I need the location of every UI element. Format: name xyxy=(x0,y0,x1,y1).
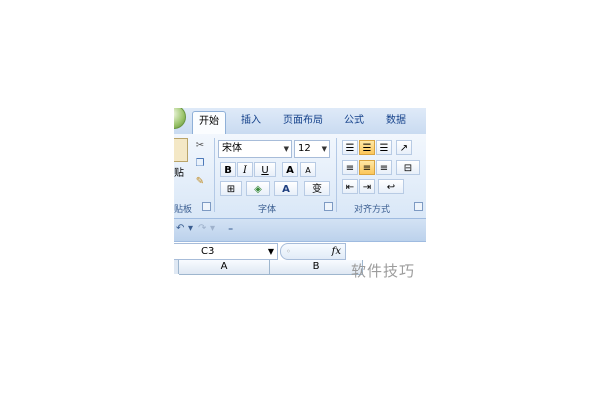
bold-button[interactable]: B xyxy=(220,162,236,177)
chevron-down-icon: ▼ xyxy=(321,145,327,153)
align-right-icon: ≡ xyxy=(379,163,389,174)
text-orientation-icon: ↗ xyxy=(399,143,409,154)
chevron-down-icon: ▼ xyxy=(283,145,289,153)
font-name-select[interactable]: 宋体 ▼ xyxy=(218,140,292,158)
font-group-label: 字体 xyxy=(258,205,277,215)
borders-button[interactable]: ⊞ xyxy=(220,181,242,196)
shrink-font-button[interactable]: A xyxy=(300,162,316,177)
wrap-text-icon: ↩ xyxy=(386,182,396,193)
customize-qat-icon[interactable]: ₌ xyxy=(228,223,233,234)
align-bottom-button[interactable]: ☰ xyxy=(376,140,392,155)
chevron-down-icon[interactable]: ▼ xyxy=(268,244,274,259)
alignment-launcher-icon[interactable] xyxy=(414,202,423,211)
ribbon-home: 贴 ✂ ❐ ✎ 贴板 宋体 ▼ 12 ▼ B I U A A ⊞ ◈ A 变 字… xyxy=(174,134,426,219)
tab-page-layout[interactable]: 页面布局 xyxy=(283,114,323,128)
decrease-indent-button[interactable]: ⇤ xyxy=(342,179,358,194)
watermark-text: 软件技巧 xyxy=(351,262,416,280)
copy-icon[interactable]: ❐ xyxy=(194,158,206,170)
quick-access-toolbar: ↶ ▾ ↷ ▾ ₌ xyxy=(174,219,426,242)
chevron-down-icon[interactable]: ▾ xyxy=(210,223,215,234)
decrease-indent-icon: ⇤ xyxy=(345,182,355,193)
tab-home[interactable]: 开始 xyxy=(192,111,226,134)
expand-icon[interactable]: ◦ xyxy=(286,244,291,259)
increase-indent-icon: ⇥ xyxy=(362,182,372,193)
align-bottom-icon: ☰ xyxy=(379,143,389,154)
align-center-button[interactable]: ≡ xyxy=(359,160,375,175)
align-center-icon: ≡ xyxy=(362,163,372,174)
align-middle-icon: ☰ xyxy=(362,143,372,154)
font-name-value: 宋体 xyxy=(222,143,242,154)
phonetic-button[interactable]: 变 xyxy=(304,181,330,196)
merge-center-button[interactable]: ⊟ xyxy=(396,160,420,175)
orientation-button[interactable]: ↗ xyxy=(396,140,412,155)
merge-cells-icon: ⊟ xyxy=(403,163,413,174)
cut-icon[interactable]: ✂ xyxy=(194,140,206,152)
font-color-button[interactable]: A xyxy=(274,181,298,196)
tab-formulas[interactable]: 公式 xyxy=(344,114,364,128)
name-box-value: C3 xyxy=(201,246,215,257)
tab-insert[interactable]: 插入 xyxy=(241,114,261,128)
underline-button[interactable]: U xyxy=(254,162,276,177)
font-launcher-icon[interactable] xyxy=(324,202,333,211)
ribbon-tab-bar: 开始 插入 页面布局 公式 数据 xyxy=(174,108,426,135)
group-divider xyxy=(336,138,337,212)
format-painter-icon[interactable]: ✎ xyxy=(194,176,206,188)
column-header-b[interactable]: B xyxy=(270,260,363,275)
clipboard-launcher-icon[interactable] xyxy=(202,202,211,211)
borders-icon: ⊞ xyxy=(226,184,236,195)
align-left-icon: ≡ xyxy=(345,163,355,174)
name-box[interactable]: C3 ▼ xyxy=(174,243,278,260)
wrap-text-button[interactable]: ↩ xyxy=(378,179,404,194)
tab-data[interactable]: 数据 xyxy=(386,114,406,128)
bold-label: B xyxy=(224,165,232,176)
align-left-button[interactable]: ≡ xyxy=(342,160,358,175)
increase-indent-button[interactable]: ⇥ xyxy=(359,179,375,194)
insert-function-button[interactable]: fx xyxy=(332,244,341,259)
office-orb-icon[interactable] xyxy=(174,108,186,129)
italic-button[interactable]: I xyxy=(237,162,253,177)
paste-button[interactable]: 贴 xyxy=(174,164,184,179)
chevron-down-icon[interactable]: ▾ xyxy=(188,223,193,234)
paste-icon[interactable] xyxy=(174,138,188,162)
redo-icon[interactable]: ↷ xyxy=(198,223,206,234)
clipboard-group-label: 贴板 xyxy=(174,205,193,215)
font-size-select[interactable]: 12 ▼ xyxy=(294,140,330,158)
undo-icon[interactable]: ↶ xyxy=(176,223,184,234)
column-header-a[interactable]: A xyxy=(179,260,270,275)
formula-bar: C3 ▼ ◦ fx xyxy=(174,242,426,260)
fill-bucket-icon: ◈ xyxy=(254,184,262,195)
align-right-button[interactable]: ≡ xyxy=(376,160,392,175)
align-top-button[interactable]: ☰ xyxy=(342,140,358,155)
align-middle-button[interactable]: ☰ xyxy=(359,140,375,155)
grow-font-button[interactable]: A xyxy=(282,162,298,177)
insert-function-area: ◦ fx xyxy=(280,243,346,260)
align-top-icon: ☰ xyxy=(345,143,355,154)
group-divider xyxy=(214,138,215,212)
font-size-value: 12 xyxy=(298,143,311,154)
alignment-group-label: 对齐方式 xyxy=(354,205,391,215)
fill-color-button[interactable]: ◈ xyxy=(246,181,270,196)
